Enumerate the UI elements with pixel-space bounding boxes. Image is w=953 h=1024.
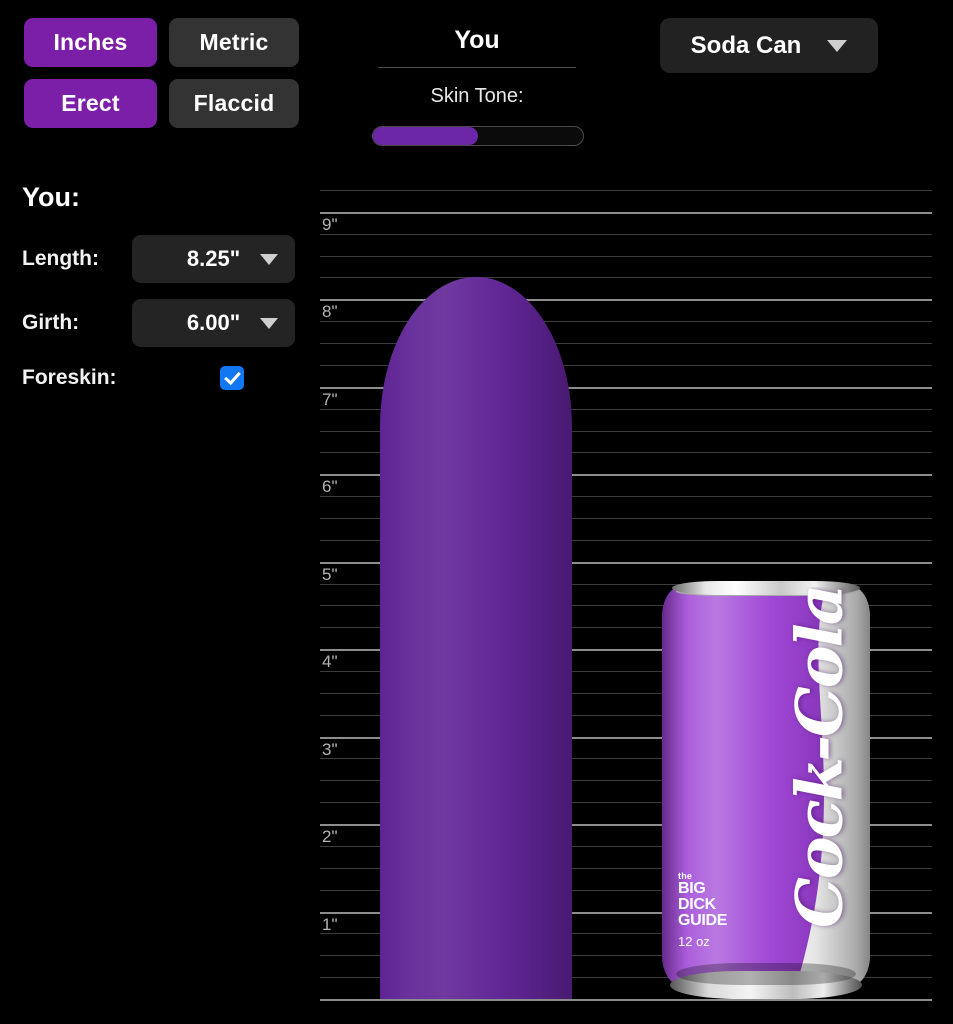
ruler-baseline — [320, 999, 932, 1001]
foreskin-field-row: Foreskin: — [22, 363, 307, 393]
length-label: Length: — [22, 247, 99, 270]
ruler-minor-line — [320, 255, 932, 257]
girth-value: 6.00" — [186, 310, 241, 335]
state-flaccid-button[interactable]: Flaccid — [169, 79, 299, 128]
measurements-panel: You: Length: 8.25" Girth: 6.00" Foreskin… — [22, 182, 307, 393]
header-divider — [378, 67, 576, 68]
brand-line-dick: DICK — [678, 895, 716, 913]
skin-tone-slider-fill — [373, 127, 478, 145]
skin-tone-slider[interactable] — [372, 126, 584, 146]
chevron-down-icon — [827, 39, 848, 52]
brand-line-guide: GUIDE — [678, 911, 728, 929]
compare-object-select[interactable]: Soda Can — [660, 18, 878, 73]
soda-can-wordmark: Cock-Cola — [782, 586, 858, 928]
chevron-down-icon — [260, 317, 278, 329]
soda-can-brand-logo: the BIG DICK GUIDE — [678, 871, 728, 929]
ruler-minor-line — [320, 233, 932, 235]
soda-can-volume: 12 oz — [678, 933, 710, 949]
skin-tone-label: Skin Tone: — [430, 85, 524, 107]
girth-field-row: Girth: 6.00" — [22, 299, 307, 347]
page-title: You: — [22, 182, 80, 212]
girth-label: Girth: — [22, 311, 80, 334]
ruler-tick-label: 2" — [322, 827, 338, 847]
soda-can-body: Cock-Cola the BIG DICK GUIDE 12 oz — [662, 586, 870, 985]
you-title: You — [454, 26, 500, 54]
ruler-major-line — [320, 299, 932, 302]
state-erect-button[interactable]: Erect — [24, 79, 157, 128]
ruler-tick-label: 6" — [322, 477, 338, 497]
brand-line-big: BIG — [678, 879, 706, 897]
ruler-minor-line — [320, 190, 932, 191]
ruler-tick-label: 5" — [322, 564, 338, 584]
ruler-tick-label: 1" — [322, 914, 338, 934]
you-header: You Skin Tone: — [378, 26, 576, 108]
ruler-major-line — [320, 211, 932, 214]
foreskin-label: Foreskin: — [22, 366, 117, 389]
chart-bar-you — [380, 277, 572, 999]
chevron-down-icon — [260, 253, 278, 265]
length-value: 8.25" — [186, 246, 241, 271]
soda-can-base-shadow — [676, 962, 856, 985]
state-row: Erect Flaccid — [24, 79, 299, 128]
length-select[interactable]: 8.25" — [132, 235, 295, 283]
body-comparison-app: Inches Metric Erect Flaccid You Skin Ton… — [0, 0, 953, 1024]
unit-toggle-group: Inches Metric Erect Flaccid — [24, 18, 299, 140]
units-row: Inches Metric — [24, 18, 299, 67]
compare-object-value: Soda Can — [690, 31, 802, 59]
ruler-tick-label: 7" — [322, 389, 338, 409]
ruler-tick-label: 3" — [322, 739, 338, 759]
comparison-chart: 1" 2" 3" 4" 5" 6" 7" 8" 9" Cock-Cola the BIG DIC… — [320, 186, 932, 1001]
ruler-tick-label: 8" — [322, 302, 338, 322]
length-field-row: Length: 8.25" — [22, 235, 307, 283]
units-inches-button[interactable]: Inches — [24, 18, 157, 67]
chart-object-soda-can: Cock-Cola the BIG DICK GUIDE 12 oz — [662, 577, 870, 999]
ruler-tick-label: 9" — [322, 214, 338, 234]
foreskin-checkbox[interactable] — [220, 366, 244, 390]
units-metric-button[interactable]: Metric — [169, 18, 299, 67]
ruler-minor-line — [320, 277, 932, 279]
girth-select[interactable]: 6.00" — [132, 299, 295, 347]
ruler-tick-label: 4" — [322, 652, 338, 672]
